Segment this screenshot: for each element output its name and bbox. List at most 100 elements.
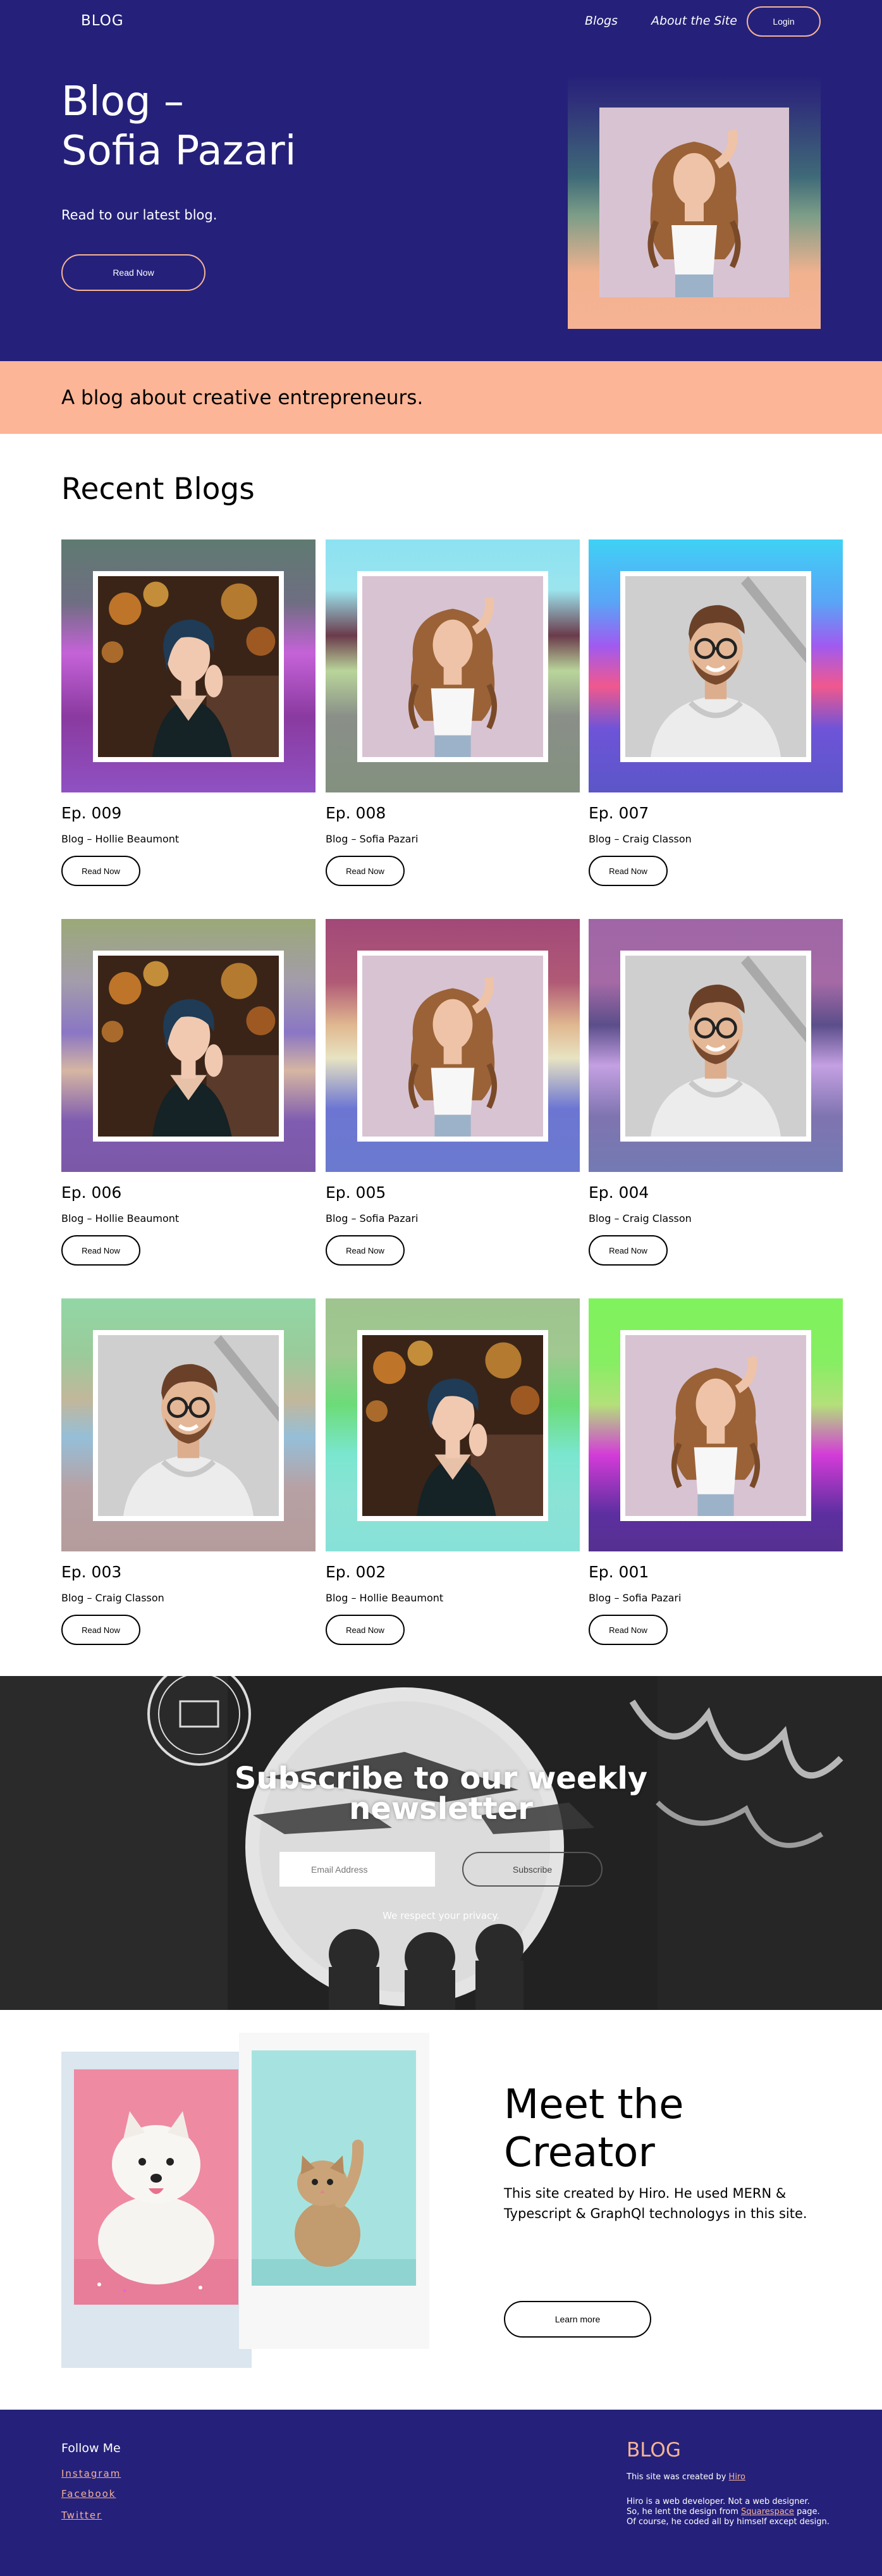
footer-bio-line3: Of course, he coded all by himself excep… bbox=[627, 2517, 830, 2527]
blog-card: Ep. 006 Blog – Hollie Beaumont Read Now bbox=[61, 919, 315, 1266]
blog-card: Ep. 007 Blog – Craig Classon Read Now bbox=[589, 539, 843, 886]
site-logo[interactable]: BLOG bbox=[81, 13, 124, 29]
blog-card-author: Blog – Craig Classon bbox=[61, 1592, 164, 1604]
email-input[interactable] bbox=[279, 1852, 435, 1887]
hollie-portrait-image bbox=[98, 956, 279, 1137]
blog-card: Ep. 008 Blog – Sofia Pazari Read Now bbox=[326, 539, 580, 886]
hero-title: Blog – Sofia Pazari bbox=[61, 77, 297, 176]
kitten-image bbox=[252, 2050, 416, 2286]
hollie-portrait-image bbox=[98, 576, 279, 757]
craig-portrait-image bbox=[625, 956, 806, 1137]
follow-me-heading: Follow Me bbox=[61, 2441, 121, 2455]
creator-photo-card bbox=[239, 2033, 429, 2349]
footer-logo: BLOG bbox=[627, 2439, 681, 2462]
blog-card-author: Blog – Hollie Beaumont bbox=[61, 833, 180, 845]
footer-credit-link[interactable]: Hiro bbox=[729, 2472, 745, 2482]
blog-card-image-frame[interactable] bbox=[326, 1298, 580, 1551]
nav-link-blogs[interactable]: Blogs bbox=[585, 14, 618, 28]
blog-card-episode: Ep. 007 bbox=[589, 804, 649, 822]
creator-title: Meet the Creator bbox=[504, 2081, 683, 2177]
recent-blogs-title: Recent Blogs bbox=[61, 472, 255, 507]
blog-card-author: Blog – Hollie Beaumont bbox=[326, 1592, 444, 1604]
blog-card-read-button[interactable]: Read Now bbox=[589, 1235, 668, 1266]
craig-portrait-image bbox=[98, 1335, 279, 1516]
hero-title-line2: Sofia Pazari bbox=[61, 128, 297, 175]
blog-card-author: Blog – Sofia Pazari bbox=[326, 833, 419, 845]
squarespace-link[interactable]: Squarespace bbox=[741, 2507, 794, 2517]
blog-card-read-button[interactable]: Read Now bbox=[589, 856, 668, 886]
tagline-banner: A blog about creative entrepreneurs. bbox=[0, 361, 882, 434]
blog-card-read-button[interactable]: Read Now bbox=[326, 1615, 405, 1645]
blog-card-episode: Ep. 003 bbox=[61, 1563, 122, 1581]
blog-card-read-button[interactable]: Read Now bbox=[61, 1235, 140, 1266]
craig-portrait-image bbox=[625, 576, 806, 757]
blog-card-episode: Ep. 009 bbox=[61, 804, 122, 822]
creator-description: This site created by Hiro. He used MERN … bbox=[504, 2186, 807, 2221]
learn-more-button[interactable]: Learn more bbox=[504, 2301, 651, 2338]
blog-card-episode: Ep. 005 bbox=[326, 1183, 386, 1202]
sofia-portrait-image bbox=[599, 108, 789, 297]
blog-card-episode: Ep. 002 bbox=[326, 1563, 386, 1581]
site-footer: Follow Me Instagram Facebook Twitter BLO… bbox=[0, 2410, 882, 2576]
blog-card-author: Blog – Craig Classon bbox=[589, 1212, 692, 1224]
blog-card-image-frame[interactable] bbox=[589, 539, 843, 792]
footer-credit-text: This site was created by bbox=[627, 2472, 729, 2482]
blog-card-read-button[interactable]: Read Now bbox=[61, 1615, 140, 1645]
blog-card-author: Blog – Craig Classon bbox=[589, 833, 692, 845]
creator-title-line1: Meet the bbox=[504, 2081, 684, 2128]
nav-link-about[interactable]: About the Site bbox=[651, 14, 737, 28]
newsletter-title: Subscribe to our weekly newsletter bbox=[0, 1763, 882, 1824]
hero-subtitle: Read to our latest blog. bbox=[61, 207, 217, 223]
blog-card-author: Blog – Sofia Pazari bbox=[326, 1212, 419, 1224]
sofia-portrait-image bbox=[362, 576, 543, 757]
blog-card-episode: Ep. 004 bbox=[589, 1183, 649, 1202]
footer-bio: Hiro is a web developer. Not a web desig… bbox=[627, 2497, 830, 2527]
blog-card: Ep. 003 Blog – Craig Classon Read Now bbox=[61, 1298, 315, 1645]
privacy-note: We respect your privacy. bbox=[383, 1910, 499, 1921]
samoyed-dog-image bbox=[74, 2069, 238, 2305]
footer-bio-line2-text: So, he lent the design from bbox=[627, 2507, 742, 2517]
newsletter-title-line2: newsletter bbox=[349, 1791, 533, 1827]
social-link-twitter[interactable]: Twitter bbox=[61, 2510, 102, 2521]
creator-title-line2: Creator bbox=[504, 2129, 655, 2176]
blog-card-image-frame[interactable] bbox=[61, 1298, 315, 1551]
blog-card-image-frame[interactable] bbox=[326, 539, 580, 792]
blog-card: Ep. 009 Blog – Hollie Beaumont Read Now bbox=[61, 539, 315, 886]
subscribe-button[interactable]: Subscribe bbox=[462, 1852, 603, 1887]
social-link-facebook[interactable]: Facebook bbox=[61, 2488, 116, 2499]
blog-card-image-frame[interactable] bbox=[61, 919, 315, 1172]
footer-bio-line1: Hiro is a web developer. Not a web desig… bbox=[627, 2497, 810, 2506]
login-button[interactable]: Login bbox=[747, 6, 821, 37]
blog-card-read-button[interactable]: Read Now bbox=[326, 1235, 405, 1266]
blog-card: Ep. 002 Blog – Hollie Beaumont Read Now bbox=[326, 1298, 580, 1645]
blog-card: Ep. 005 Blog – Sofia Pazari Read Now bbox=[326, 919, 580, 1266]
footer-credit: This site was created by Hiro bbox=[627, 2472, 745, 2482]
sofia-portrait-image bbox=[362, 956, 543, 1137]
blog-card-episode: Ep. 001 bbox=[589, 1563, 649, 1581]
blog-card-read-button[interactable]: Read Now bbox=[326, 856, 405, 886]
social-link-instagram[interactable]: Instagram bbox=[61, 2468, 121, 2479]
hero-image-frame bbox=[568, 76, 821, 329]
newsletter-section: Subscribe to our weekly newsletter Subsc… bbox=[0, 1676, 882, 2010]
blog-card-author: Blog – Hollie Beaumont bbox=[61, 1212, 180, 1224]
blog-card: Ep. 004 Blog – Craig Classon Read Now bbox=[589, 919, 843, 1266]
footer-bio-line2: So, he lent the design from Squarespace … bbox=[627, 2507, 830, 2517]
blog-card-image-frame[interactable] bbox=[589, 1298, 843, 1551]
blog-card-image-frame[interactable] bbox=[326, 919, 580, 1172]
hero-title-line1: Blog – bbox=[61, 78, 184, 125]
hero-read-now-button[interactable]: Read Now bbox=[61, 254, 205, 291]
newsletter-background-image bbox=[0, 1676, 882, 2010]
blog-card: Ep. 001 Blog – Sofia Pazari Read Now bbox=[589, 1298, 843, 1645]
sofia-portrait-image bbox=[625, 1335, 806, 1516]
creator-photo-card bbox=[61, 2052, 252, 2368]
blog-card-image-frame[interactable] bbox=[61, 539, 315, 792]
blog-card-read-button[interactable]: Read Now bbox=[589, 1615, 668, 1645]
blog-card-image-frame[interactable] bbox=[589, 919, 843, 1172]
blog-card-author: Blog – Sofia Pazari bbox=[589, 1592, 682, 1604]
footer-bio-line2-suffix: page. bbox=[793, 2507, 820, 2517]
hollie-portrait-image bbox=[362, 1335, 543, 1516]
blog-card-episode: Ep. 008 bbox=[326, 804, 386, 822]
tagline-text: A blog about creative entrepreneurs. bbox=[61, 386, 424, 409]
hero-section: BLOG Blogs About the Site Login Blog – S… bbox=[0, 0, 882, 361]
blog-card-read-button[interactable]: Read Now bbox=[61, 856, 140, 886]
